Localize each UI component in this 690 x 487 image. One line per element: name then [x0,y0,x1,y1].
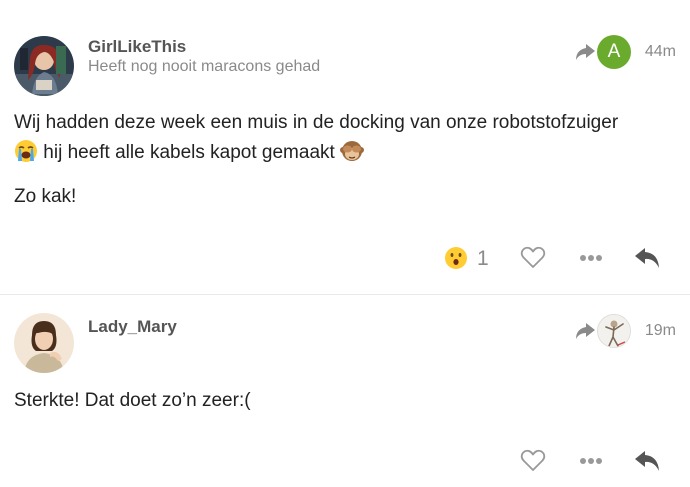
post-body: Wij hadden deze week een muis in de dock… [14,108,674,226]
post-actions: 1 [300,242,690,276]
post-paragraph: Sterkte! Dat doet zo’n zeer:( [14,390,251,411]
post-date[interactable]: 44m [645,43,676,61]
user-avatar[interactable] [14,313,74,373]
avatar-illustration-icon [14,36,74,96]
more-options-icon[interactable] [578,455,604,467]
avatar-sketch-icon [598,315,630,347]
loudly-crying-face-icon [15,140,37,162]
username[interactable]: GirlLikeThis [88,37,186,57]
avatar-portrait-icon [14,313,74,373]
post: GirlLikeThis Heeft nog nooit maracons ge… [0,0,690,294]
post-paragraph: Zo kak! [14,186,77,207]
see-no-evil-monkey-icon [340,141,365,161]
post-text: Wij hadden deze week een muis in de dock… [14,112,619,133]
like-heart-icon[interactable] [520,246,546,270]
reply-icon[interactable] [634,449,662,473]
post-actions [300,445,690,479]
post: Lady_Mary 19m Sterkte! Dat doet zo’n zee… [0,294,690,487]
reply-to-avatar[interactable]: A [597,35,631,69]
like-heart-icon[interactable] [520,449,546,473]
more-options-icon[interactable] [578,252,604,264]
reply-to-arrow-icon[interactable] [574,322,596,340]
post-text: hij heeft alle kabels kapot gemaakt [38,142,341,163]
user-title: Heeft nog nooit maracons gehad [88,58,321,75]
reply-icon[interactable] [634,246,662,270]
reaction-count[interactable]: 1 [477,247,489,271]
reply-to-avatar[interactable] [597,314,631,348]
post-date[interactable]: 19m [645,322,676,340]
hushed-face-reaction-icon[interactable] [444,246,468,270]
post-body: Sterkte! Dat doet zo’n zeer:( [14,386,674,430]
post-paragraph: Wij hadden deze week een muis in de dock… [14,108,674,168]
reply-to-arrow-icon[interactable] [574,43,596,61]
user-avatar[interactable] [14,36,74,96]
username[interactable]: Lady_Mary [88,317,177,337]
